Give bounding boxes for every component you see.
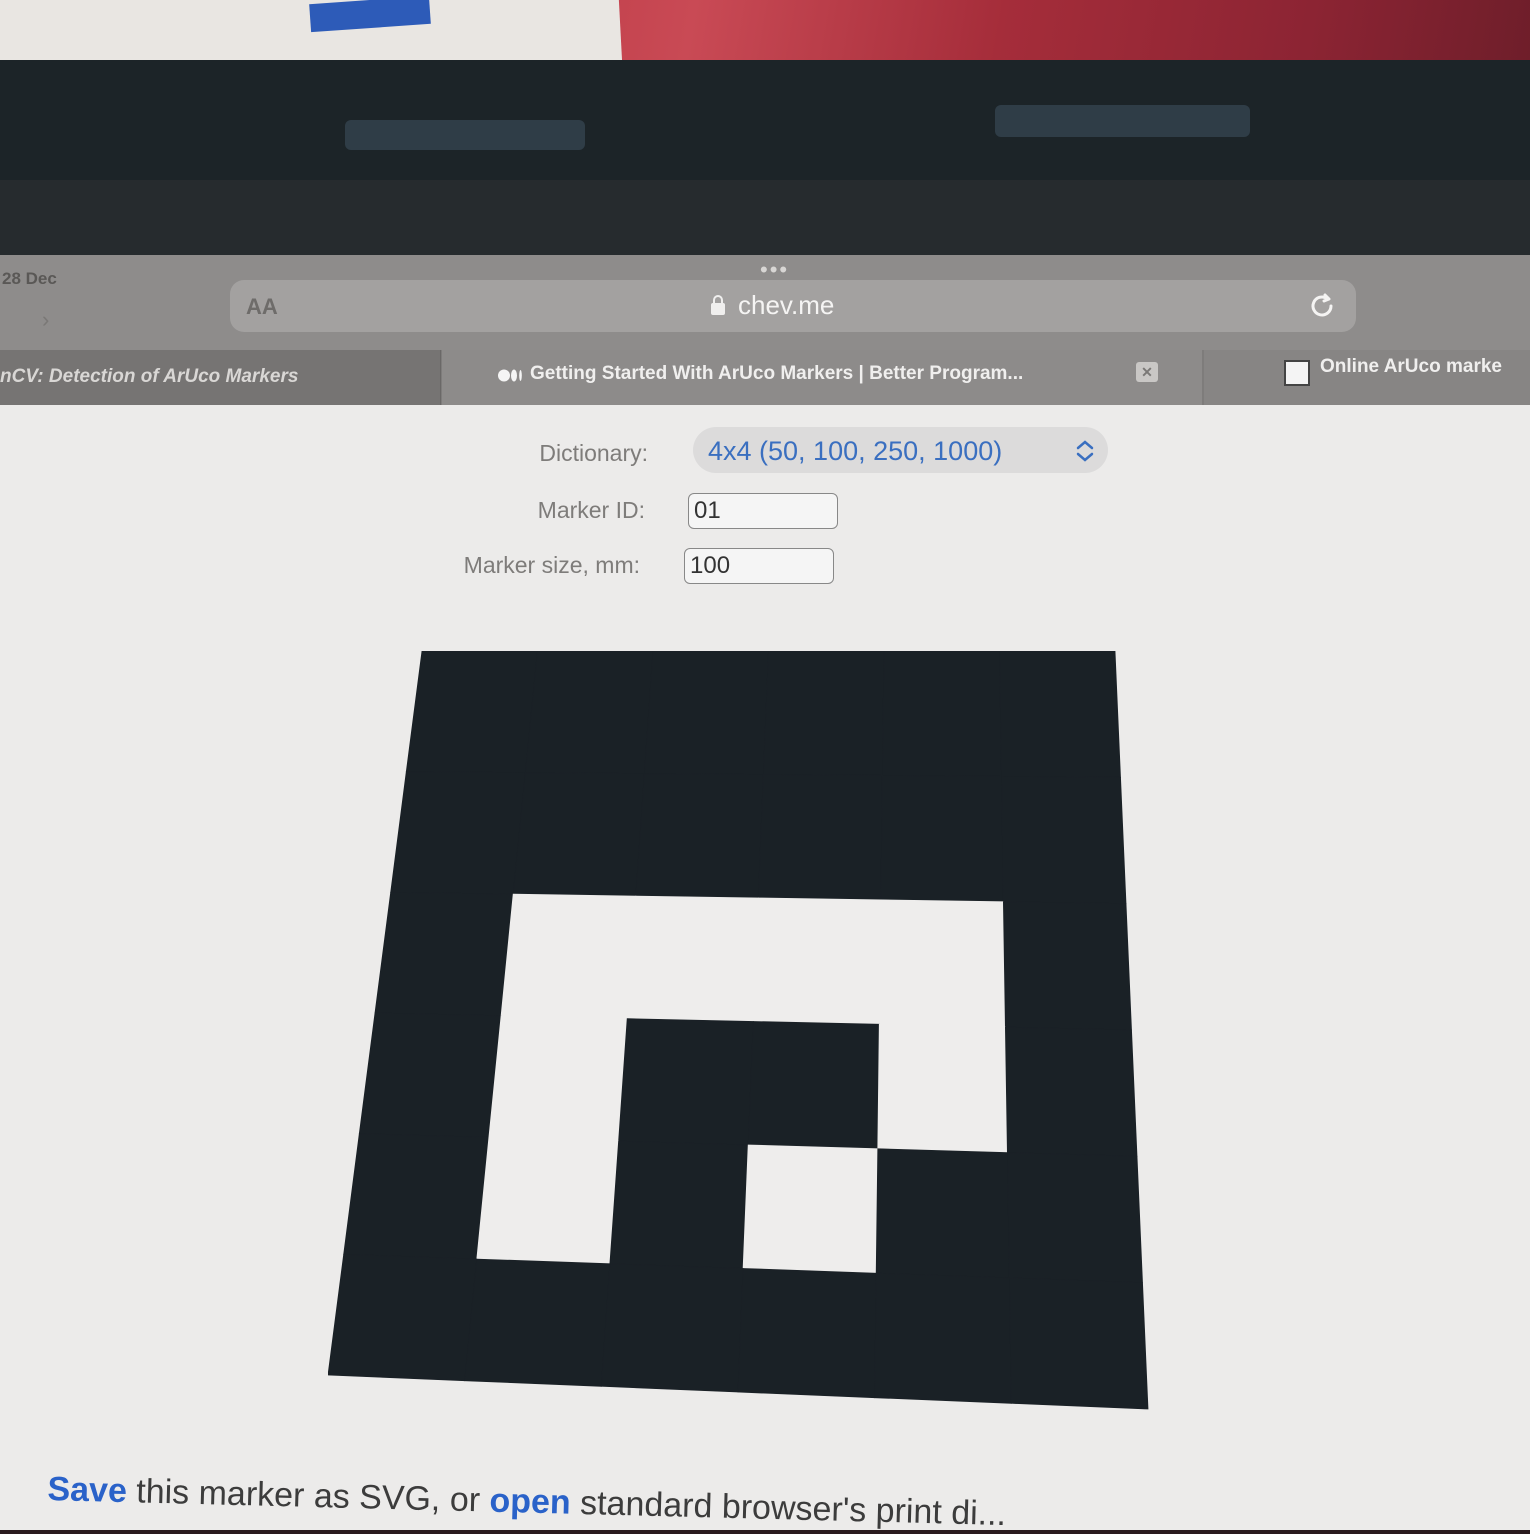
marker-cell-white [878,899,1006,1028]
back-chevron-icon[interactable]: › [42,307,49,333]
marker-size-input[interactable] [684,548,834,584]
marker-cell-black [643,651,769,775]
tab-title: Online ArUco marke [1320,356,1502,377]
marker-cell-black [874,1272,1012,1404]
marker-cell-black [464,1258,611,1387]
dictionary-value: 4x4 (50, 100, 250, 1000) [708,436,1003,466]
lock-icon [711,295,725,315]
marker-cell-black [390,771,526,895]
footer-text: Save this marker as SVG, or open standar… [47,1470,1007,1534]
marker-cell-black [405,651,538,774]
marker-cell-black [880,774,1004,903]
reload-icon[interactable] [1306,290,1338,322]
marker-cell-white [752,897,882,1025]
marker-cell-black [757,774,883,901]
marker-cell-white [500,893,637,1020]
marker-cell-white [877,1023,1008,1154]
footer-text-2: standard browser's print di... [570,1483,1007,1534]
tab-online-aruco[interactable]: Online ArUco marke [1204,350,1530,405]
close-tab-icon[interactable]: ✕ [1136,362,1158,382]
marker-cell-black [1001,775,1127,905]
medium-favicon-icon [498,369,522,382]
tab-title: Getting Started With ArUco Markers | Bet… [530,363,1024,384]
marker-cell-white [476,1136,620,1265]
marker-cell-black [875,1148,1010,1279]
marker-cell-black [524,651,654,775]
footer-text-1: this marker as SVG, or [126,1472,491,1520]
marker-cell-black [1002,901,1132,1031]
url-text: chev.me [738,290,835,320]
text-size-button[interactable]: AA [246,294,278,320]
marker-cell-black [512,772,645,897]
marker-id-label: Marker ID: [537,497,645,523]
save-link[interactable]: Save [47,1470,127,1510]
marker-cell-black [762,651,885,776]
marker-size-label: Marker size, mm: [463,552,640,578]
tab-title: nCV: Detection of ArUco Markers [0,366,299,387]
dictionary-label: Dictionary: [539,440,648,466]
tab-detection-aruco[interactable]: nCV: Detection of ArUco Markers [0,350,441,405]
aruco-favicon-icon [1284,360,1310,386]
tablet-screen: 28 Dec ••• › AA chev.me nCV: Detection o… [0,255,1530,1533]
marker-cell-black [635,773,764,899]
marker-cell-white [742,1144,879,1274]
marker-cell-black [600,1263,744,1393]
marker-cell-black [737,1268,877,1399]
address-bar[interactable]: AA chev.me [230,280,1356,332]
tablet-case-strap [345,120,585,150]
marker-cell-black [1006,1152,1143,1284]
marker-cell-black [747,1021,880,1150]
marker-cell-black [881,651,1002,777]
marker-cell-black [374,891,514,1017]
tablet-case-strap [995,105,1250,137]
marker-cell-white [488,1015,628,1142]
marker-cell-black [999,651,1121,778]
marker-cell-white [626,895,759,1022]
chevron-updown-icon [1076,440,1094,462]
aruco-marker-image [328,651,1149,1410]
marker-cell-black [358,1012,502,1138]
dictionary-select[interactable]: 4x4 (50, 100, 250, 1000) [693,427,1108,473]
marker-cell-black [1004,1026,1138,1157]
tab-bar: nCV: Detection of ArUco Markers Getting … [0,350,1530,405]
tab-getting-started-aruco[interactable]: Getting Started With ArUco Markers | Bet… [442,350,1202,405]
marker-cell-black [609,1140,749,1269]
browser-toolbar: 28 Dec ••• › AA chev.me [0,255,1530,350]
marker-cell-black [343,1133,490,1260]
marker-cell-black [618,1018,754,1146]
marker-cell-black [328,1253,478,1382]
tablet-case [0,60,1530,190]
open-link[interactable]: open [489,1482,571,1522]
tablet-bezel [0,180,1530,260]
status-date: 28 Dec [2,269,57,288]
marker-cell-black [1008,1277,1149,1410]
marker-id-input[interactable] [688,493,838,529]
